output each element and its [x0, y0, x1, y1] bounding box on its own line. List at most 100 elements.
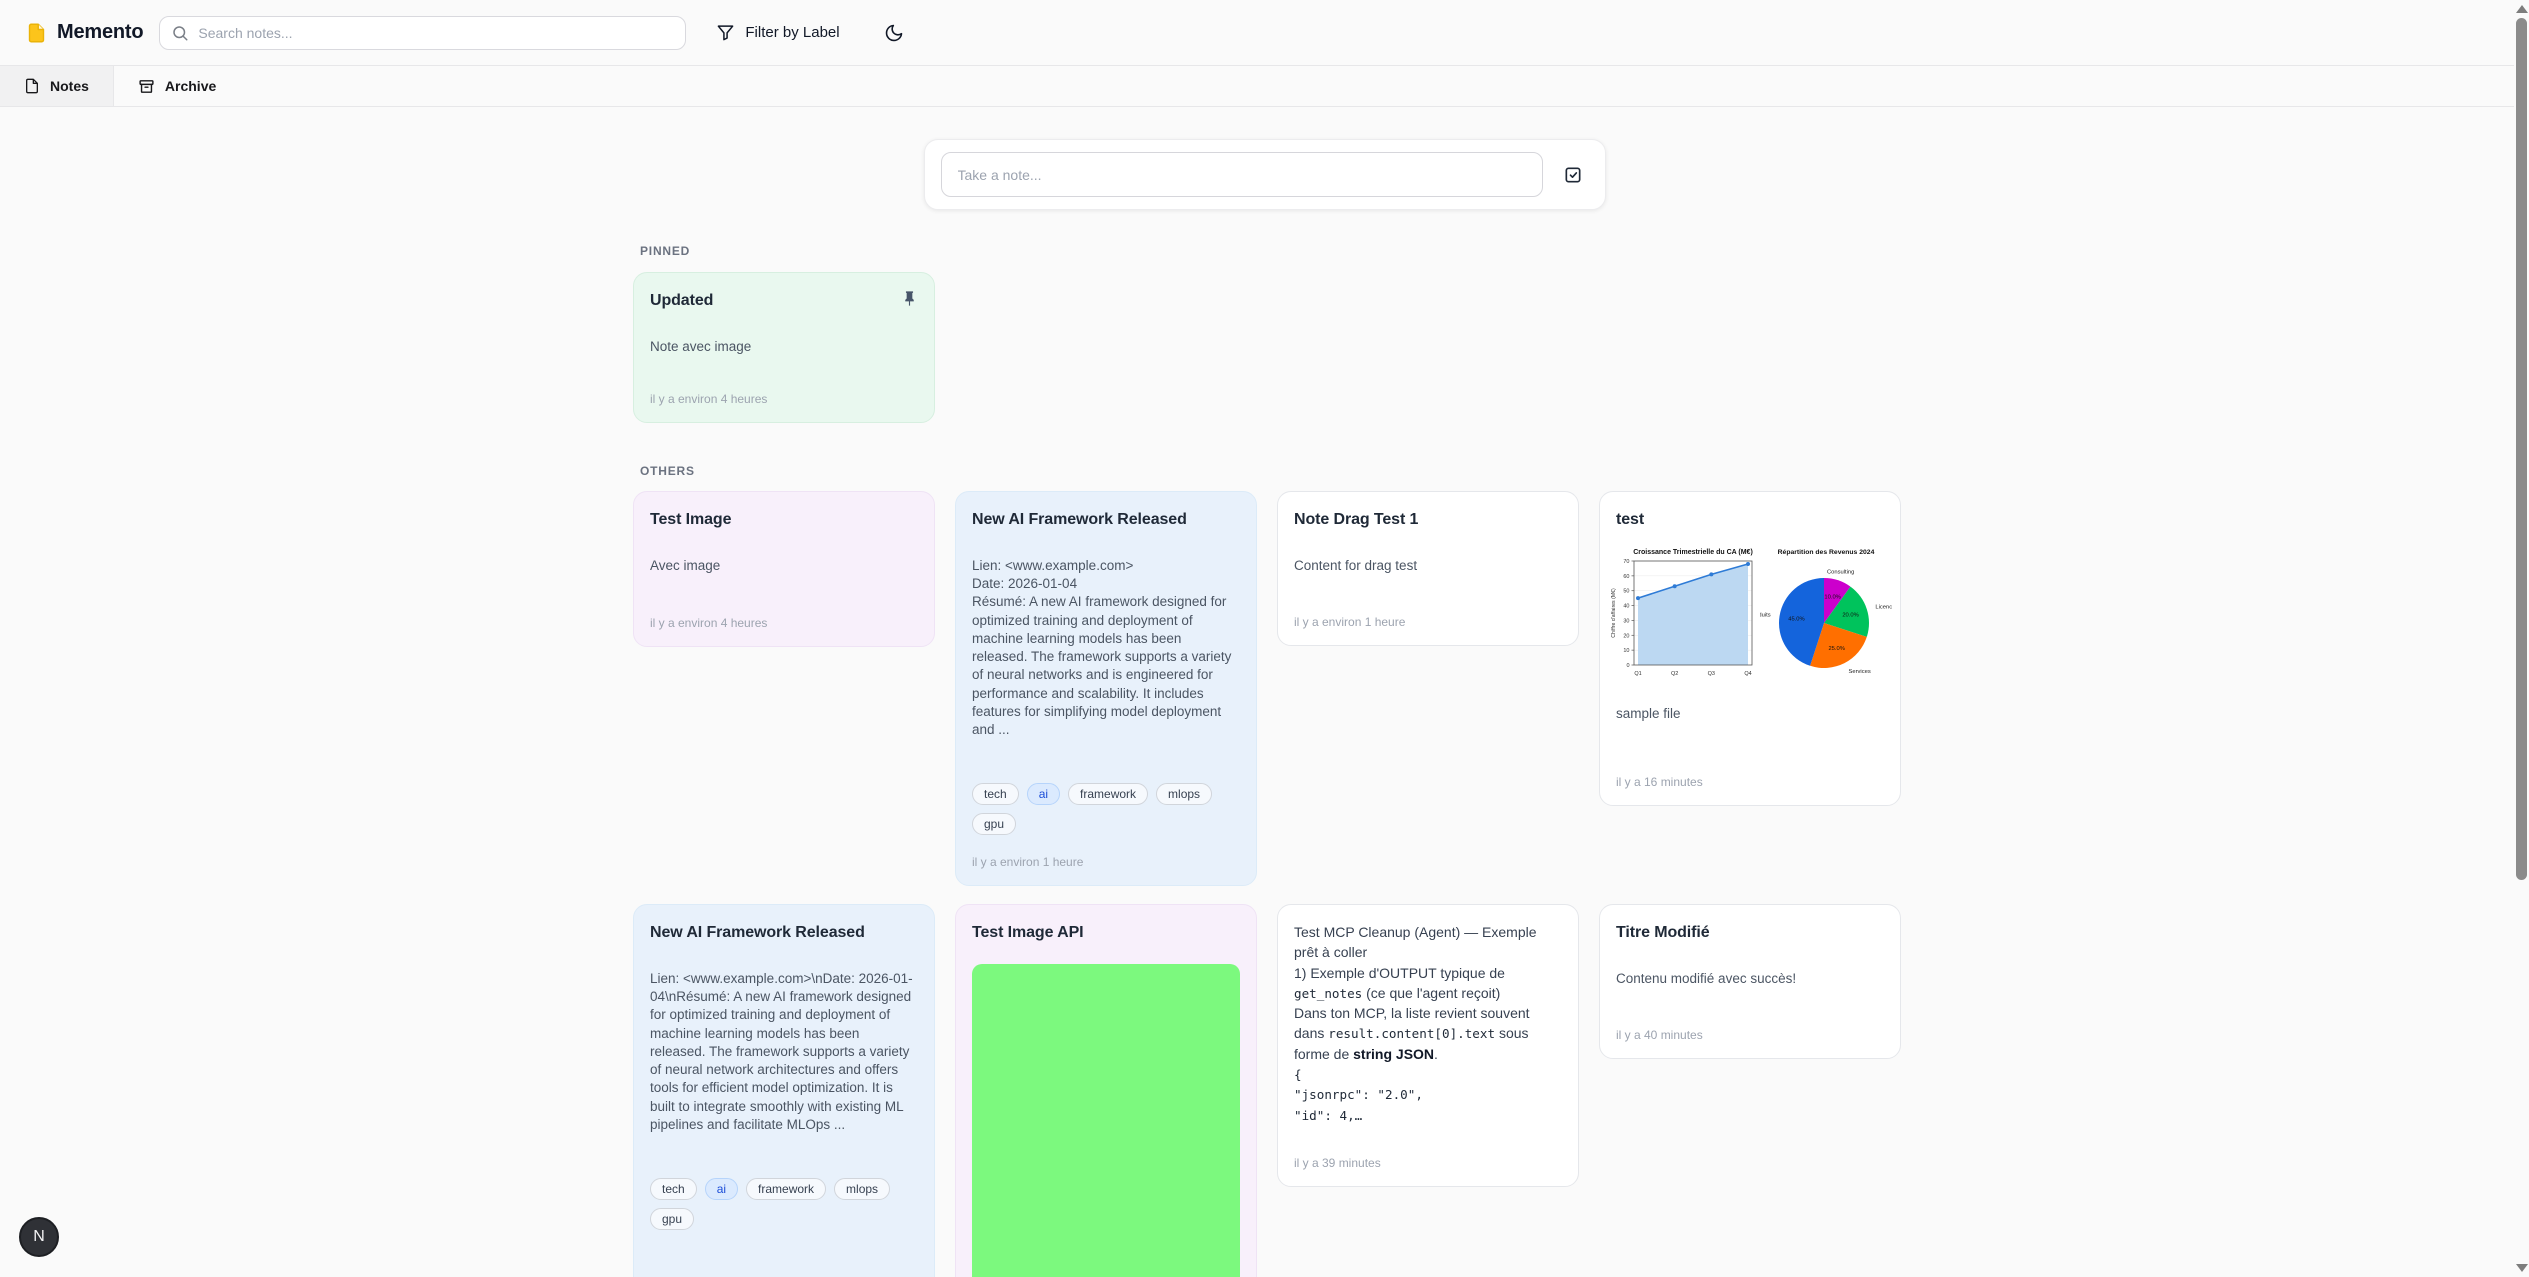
svg-text:20: 20 [1623, 633, 1629, 639]
note-title: New AI Framework Released [650, 922, 918, 944]
app-logo: Memento [26, 21, 143, 45]
funnel-icon [716, 23, 735, 42]
note-body: Lien: <www.example.com>\nDate: 2026-01-0… [650, 970, 918, 1134]
note-body: Note avec image [650, 338, 918, 356]
scrollbar-thumb[interactable] [2516, 18, 2527, 880]
tag-pill[interactable]: framework [746, 1178, 826, 1200]
checklist-toggle-button[interactable] [1557, 159, 1589, 191]
svg-text:20.0%: 20.0% [1842, 612, 1858, 618]
svg-text:Q3: Q3 [1708, 671, 1715, 677]
tag-pill[interactable]: framework [1068, 783, 1148, 805]
tag-pill[interactable]: mlops [1156, 783, 1212, 805]
svg-text:Q2: Q2 [1671, 671, 1678, 677]
svg-text:Répartition des Revenus 2024: Répartition des Revenus 2024 [1778, 549, 1875, 556]
note-body: Contenu modifié avec succès! [1616, 970, 1884, 988]
note-timestamp: il y a environ 4 heures [650, 598, 918, 630]
svg-text:30: 30 [1623, 618, 1629, 624]
tag-pill[interactable]: ai [1027, 783, 1060, 805]
note-card-test-image[interactable]: Test Image Avec image il y a environ 4 h… [633, 491, 935, 647]
search-icon [171, 24, 189, 42]
filter-by-label-button[interactable]: Filter by Label [706, 17, 849, 48]
search-input[interactable] [159, 16, 686, 50]
pin-icon[interactable] [901, 290, 918, 307]
tag-pill[interactable]: tech [972, 783, 1019, 805]
note-title: Test Image [650, 509, 918, 531]
vertical-scrollbar [2514, 0, 2529, 1277]
pinned-grid: Updated Note avec image il y a environ 4… [633, 272, 1901, 423]
tab-notes-label: Notes [50, 78, 89, 94]
note-card-updated[interactable]: Updated Note avec image il y a environ 4… [633, 272, 935, 423]
svg-text:Produits: Produits [1760, 613, 1771, 619]
app-header: Memento Filter by Label [0, 0, 2529, 65]
pie-chart-thumbnail: 10.0% Consulting 20.0% Licences 25.0% Service… [1760, 541, 1892, 691]
user-avatar-button[interactable]: N [19, 1217, 59, 1257]
note-card-mcp-cleanup[interactable]: Test MCP Cleanup (Agent) — Exemple prêt … [1277, 904, 1579, 1187]
main-tabs: Notes Archive [0, 65, 2529, 107]
tag-list: techai framework mlops gpu [972, 783, 1240, 835]
note-body: Avec image [650, 557, 918, 575]
svg-text:70: 70 [1623, 559, 1629, 565]
svg-text:45.0%: 45.0% [1788, 617, 1804, 623]
note-file-icon [26, 21, 47, 45]
svg-text:Licences: Licences [1875, 604, 1892, 610]
tag-list: techai framework mlops gpu [650, 1178, 918, 1230]
svg-text:Services: Services [1849, 669, 1871, 675]
note-title: Test Image API [972, 922, 1240, 944]
svg-text:Q4: Q4 [1744, 671, 1751, 677]
tag-pill[interactable]: gpu [972, 813, 1016, 835]
tab-notes[interactable]: Notes [0, 66, 114, 106]
tab-archive[interactable]: Archive [114, 66, 240, 106]
note-body: Content for drag test [1294, 557, 1562, 575]
tag-pill[interactable]: gpu [650, 1208, 694, 1230]
note-attachment-image [972, 964, 1240, 1277]
tag-pill[interactable]: tech [650, 1178, 697, 1200]
note-composer [924, 139, 1606, 210]
svg-text:Chiffre d'affaires (M€): Chiffre d'affaires (M€) [1611, 588, 1617, 638]
note-card-drag-test[interactable]: Note Drag Test 1 Content for drag test i… [1277, 491, 1579, 646]
note-card-test-image-api[interactable]: Test Image API [955, 904, 1257, 1277]
notes-board: PINNED Updated Note avec image il y a en… [633, 244, 1901, 1277]
take-a-note-input[interactable] [941, 152, 1543, 197]
avatar-initial: N [33, 1228, 45, 1246]
note-card-titre-modifie[interactable]: Titre Modifié Contenu modifié avec succè… [1599, 904, 1901, 1059]
svg-text:50: 50 [1623, 589, 1629, 595]
note-file-icon [24, 78, 40, 94]
svg-text:25.0%: 25.0% [1828, 646, 1844, 652]
svg-text:0: 0 [1626, 663, 1629, 669]
svg-text:60: 60 [1623, 574, 1629, 580]
svg-text:Croissance Trimestrielle du CA: Croissance Trimestrielle du CA (M€) [1633, 549, 1753, 556]
note-card-new-ai-framework-2[interactable]: New AI Framework Released Lien: <www.exa… [633, 904, 935, 1277]
archive-icon [138, 78, 155, 95]
note-timestamp: il y a environ 1 heure [972, 837, 1240, 869]
note-title: Updated [650, 290, 713, 312]
note-timestamp: il y a environ 1 heure [1294, 597, 1562, 629]
pinned-section-label: PINNED [640, 244, 1901, 258]
note-body: Lien: <www.example.com> Date: 2026-01-04… [972, 557, 1240, 739]
search-box [159, 16, 686, 50]
app-title: Memento [57, 21, 143, 44]
svg-text:Consulting: Consulting [1827, 570, 1854, 576]
scrollbar-down-arrow[interactable] [2516, 1264, 2528, 1272]
note-timestamp: il y a 16 minutes [1616, 757, 1884, 789]
line-chart-thumbnail: 010203040506070Q1Q2Q3Q4Croissance Trimes… [1608, 541, 1758, 691]
note-timestamp: il y a environ 4 heures [650, 374, 918, 406]
scrollbar-up-arrow[interactable] [2516, 5, 2528, 13]
svg-text:10: 10 [1623, 648, 1629, 654]
checkbox-icon [1563, 165, 1583, 185]
note-timestamp: il y a 39 minutes [1294, 1138, 1562, 1170]
note-body: Test MCP Cleanup (Agent) — Exemple prêt … [1294, 922, 1562, 1125]
note-card-new-ai-framework-1[interactable]: New AI Framework Released Lien: <www.exa… [955, 491, 1257, 886]
note-title: Titre Modifié [1616, 922, 1884, 944]
note-timestamp: il y a environ 1 heure [650, 1257, 918, 1277]
note-card-test[interactable]: test 010203040506070Q1Q2Q3Q4Croissance T… [1599, 491, 1901, 806]
note-title: test [1616, 509, 1884, 531]
svg-text:10.0%: 10.0% [1824, 594, 1840, 600]
others-section-label: OTHERS [640, 464, 1901, 478]
note-timestamp: il y a 40 minutes [1616, 1010, 1884, 1042]
note-attachment-charts: 010203040506070Q1Q2Q3Q4Croissance Trimes… [1608, 541, 1892, 691]
tab-archive-label: Archive [165, 78, 216, 94]
tag-pill[interactable]: mlops [834, 1178, 890, 1200]
theme-toggle-button[interactable] [878, 17, 910, 49]
svg-text:Q1: Q1 [1634, 671, 1641, 677]
tag-pill[interactable]: ai [705, 1178, 738, 1200]
